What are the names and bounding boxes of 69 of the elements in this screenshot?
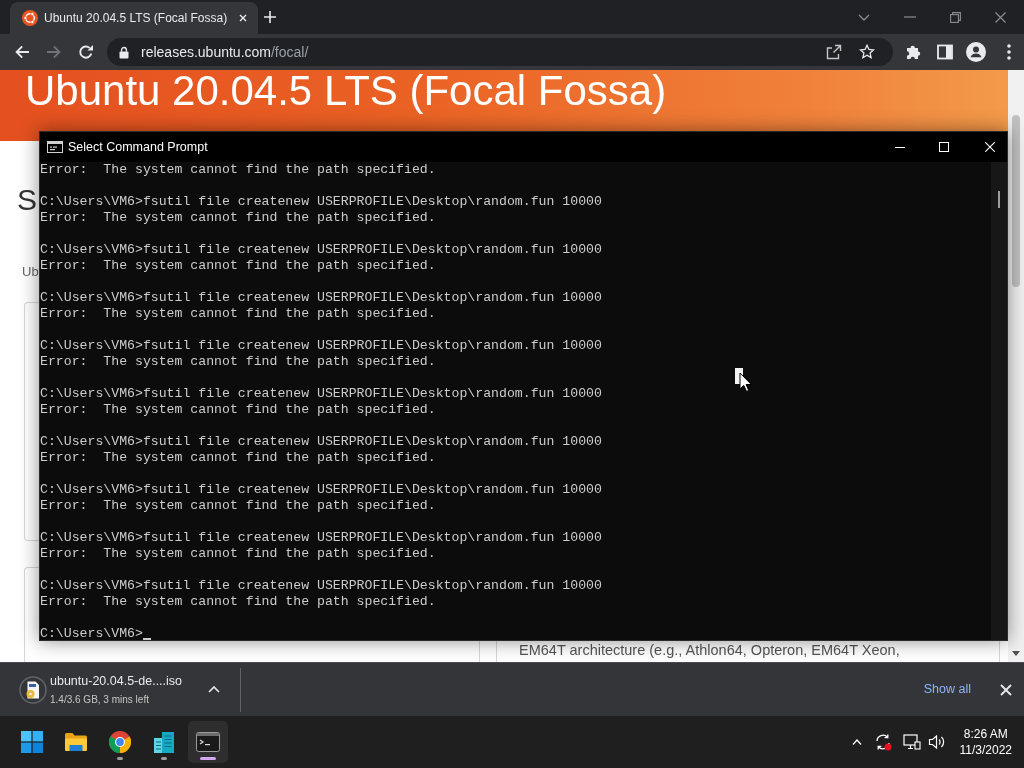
console-line: Error: The system cannot find the path specified. [40,258,436,274]
section-heading: S [17,185,37,215]
browser-logo-icon [109,731,131,753]
chevron-down-icon[interactable] [858,13,870,21]
more-menu-icon[interactable] [1007,44,1011,60]
console-line: Error: The system cannot find the path specified. [40,402,436,418]
lock-icon [119,45,129,59]
console-icon [196,732,220,752]
console-line: Error: The system cannot find the path specified. [40,306,436,322]
console-line: C:\Users\VM6>fsutil file createnew USERPROFILE\Desktop\random.fun 10000 [40,338,602,354]
page-title: Ubuntu 20.04.5 LTS (Focal Fossa) [25,70,667,112]
download-status: 1.4/3.6 GB, 3 mins left [50,692,149,707]
file-name[interactable]: ubuntu-20.04.5-de....iso [50,672,183,689]
console-line: C:\Users\VM6> [40,626,143,642]
chevron-up-icon[interactable] [851,739,862,745]
share-icon[interactable] [826,44,842,60]
running-indicator [117,757,123,760]
sync-icon[interactable] [873,733,892,751]
maximize-icon[interactable] [939,142,949,152]
console-line: C:\Users\VM6>fsutil file createnew USERPROFILE\Desktop\random.fun 10000 [40,482,602,498]
browser-tab[interactable]: Ubuntu 20.04.5 LTS (Focal Fossa) [10,2,258,34]
console-line: C:\Users\VM6>fsutil file createnew USERPROFILE\Desktop\random.fun 10000 [40,290,602,306]
console-line: Error: The system cannot find the path specified. [40,450,436,466]
console-line: C:\Users\VM6>fsutil file createnew USERPROFILE\Desktop\random.fun 10000 [40,530,602,546]
caret-up-icon[interactable] [208,686,220,693]
minimize-icon[interactable] [895,146,905,148]
reload-icon[interactable] [78,44,94,60]
show-all-link[interactable]: Show all [923,676,971,703]
console-line: C:\Users\VM6>fsutil file createnew USERPROFILE\Desktop\random.fun 10000 [40,194,602,210]
text-cursor-icon [142,638,151,640]
ubuntu-logo-icon [22,10,38,26]
console-line: Error: The system cannot find the path specified. [40,162,436,178]
profile-icon[interactable] [966,42,986,62]
back-arrow-icon[interactable] [14,44,30,60]
star-icon[interactable] [859,44,875,60]
start-icon[interactable] [21,731,43,753]
address-bar[interactable]: releases.ubuntu.com/focal/ [107,38,893,66]
sidebar-icon[interactable] [937,44,953,60]
running-indicator [200,757,216,760]
console-line: Error: The system cannot find the path specified. [40,354,436,370]
console-line: C:\Users\VM6>fsutil file createnew USERPROFILE\Desktop\random.fun 10000 [40,434,602,450]
folder-icon [64,732,88,752]
clock-date[interactable]: 11/3/2022 [959,742,1012,758]
console-line: Error: The system cannot find the path specified. [40,210,436,226]
network-icon[interactable] [902,734,921,750]
window-title: Select Command Prompt [68,138,208,156]
clock-time[interactable]: 8:26 AM [963,726,1008,742]
scrollbar-thumb[interactable] [998,191,1000,208]
disc-file-icon[interactable] [19,675,47,704]
console-line: Error: The system cannot find the path specified. [40,498,436,514]
running-indicator [161,757,167,760]
restore-icon[interactable] [950,11,961,23]
buildings-icon [153,730,175,754]
scrollbar-thumb[interactable] [1012,115,1020,287]
mouse-pointer-icon [734,367,752,393]
console-line: Error: The system cannot find the path specified. [40,594,436,610]
puzzle-icon[interactable] [905,44,921,60]
body-text: Ub [22,264,39,280]
scroll-down-icon[interactable] [1012,651,1020,656]
card-text: EM64T architecture (e.g., Athlon64, Opteron, EM64T Xeon, [519,641,900,659]
taskbar-button[interactable] [188,721,228,763]
new-tab-icon[interactable] [264,11,276,23]
console-line: C:\Users\VM6>fsutil file createnew USERPROFILE\Desktop\random.fun 10000 [40,386,602,402]
volume-icon[interactable] [927,734,946,750]
console-line: C:\Users\VM6>fsutil file createnew USERPROFILE\Desktop\random.fun 10000 [40,578,602,594]
url-text: releases.ubuntu.com/focal/ [141,42,309,62]
console-line: C:\Users\VM6>fsutil file createnew USERPROFILE\Desktop\random.fun 10000 [40,242,602,258]
console-line: Error: The system cannot find the path specified. [40,546,436,562]
console-icon [47,141,63,153]
